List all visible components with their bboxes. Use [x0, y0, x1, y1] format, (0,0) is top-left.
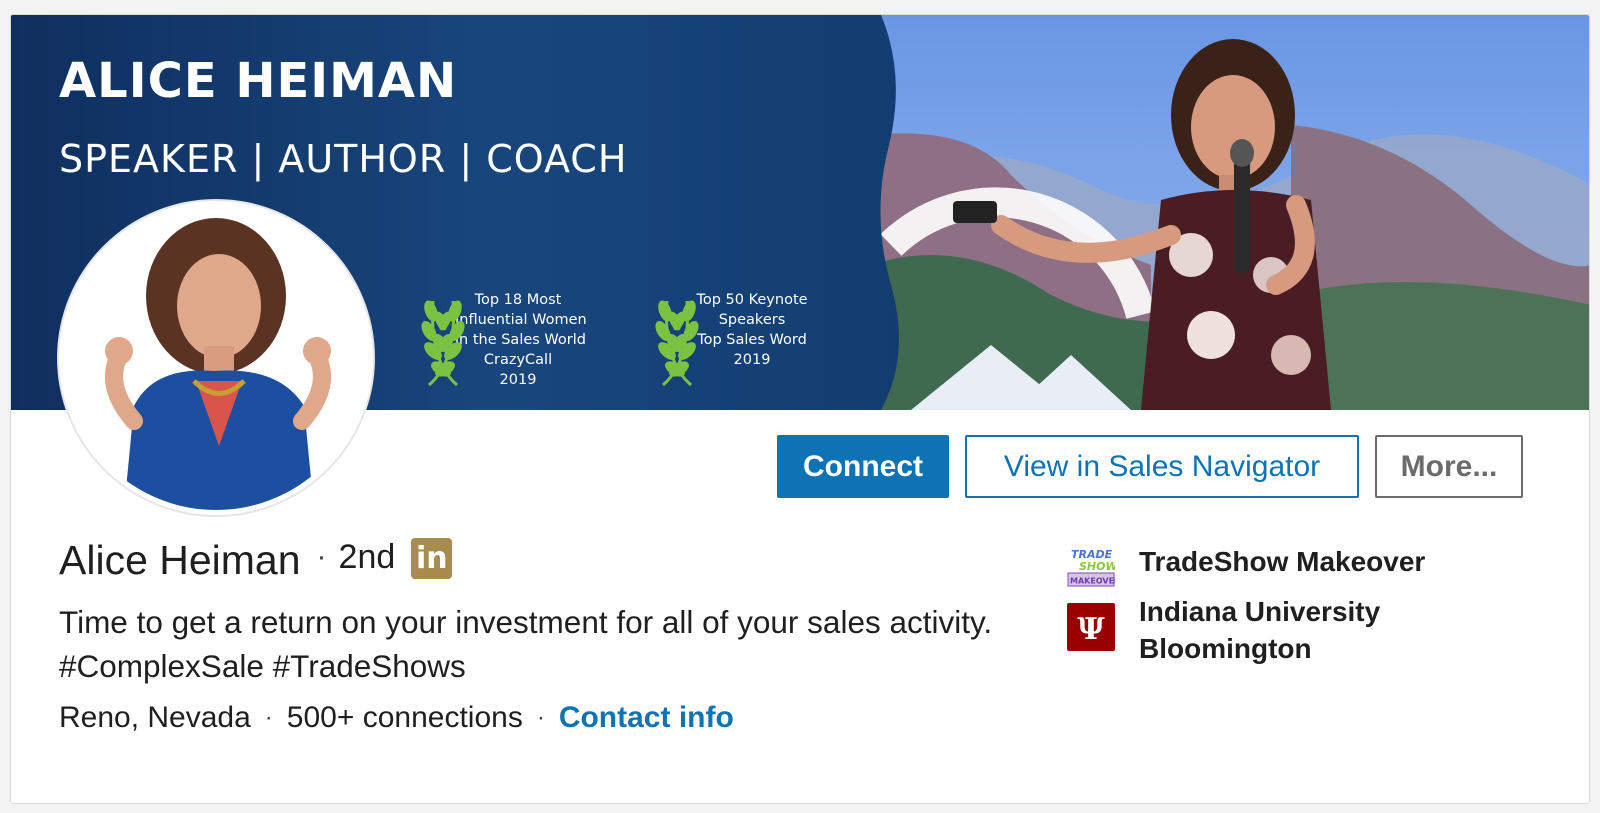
award-line: in the Sales World — [455, 332, 586, 348]
banner-subtitle: SPEAKER | AUTHOR | COACH — [59, 137, 628, 181]
current-company-link[interactable]: TRADE SHOW MAKEOVER TradeShow Makeover — [1067, 543, 1439, 591]
more-actions-button[interactable]: More... — [1375, 435, 1523, 498]
name-row: Alice Heiman · 2nd in — [59, 537, 453, 584]
award-line: Top 18 Most — [474, 292, 562, 308]
award-line: CrazyCall — [483, 352, 553, 368]
laurel-right-icon — [428, 300, 465, 387]
connection-degree: 2nd — [338, 538, 396, 576]
connections-count: 500+ connections — [286, 701, 523, 734]
laurel-right-icon — [662, 300, 699, 387]
profile-meta: Reno, Nevada · 500+ connections · Contac… — [59, 701, 734, 735]
connect-button[interactable]: Connect — [777, 435, 949, 498]
linkedin-premium-icon[interactable]: in — [411, 538, 453, 579]
award-line: Top Sales Word — [697, 332, 807, 348]
separator-dot: · — [536, 704, 545, 731]
avatar-photo — [64, 206, 368, 510]
profile-headline: Time to get a return on your investment … — [59, 604, 993, 684]
view-in-sales-navigator-button[interactable]: View in Sales Navigator — [965, 435, 1359, 498]
award-badge: Top 18 Most Influential Women in the Sal… — [421, 287, 613, 397]
award-line: 2019 — [733, 352, 771, 368]
logo-glyph: Ψ — [1077, 612, 1105, 647]
separator-dot: · — [316, 539, 327, 573]
contact-info-link[interactable]: Contact info — [559, 701, 734, 735]
profile-card: ALICE HEIMAN SPEAKER | AUTHOR | COACH To… — [10, 14, 1590, 804]
current-company-name: TradeShow Makeover — [1139, 546, 1426, 577]
logo-text-line: SHOW — [1079, 560, 1115, 573]
award-line: Speakers — [718, 312, 786, 328]
award-line: 2019 — [499, 372, 537, 388]
school-name: Indiana University Bloomington — [1139, 596, 1381, 664]
tradeshow-makeover-logo-icon: TRADE SHOW MAKEOVER — [1067, 543, 1115, 591]
logo-text-line: MAKEOVER — [1070, 577, 1115, 586]
education-link[interactable]: Ψ Indiana University Bloomington — [1067, 593, 1439, 667]
separator-dot: · — [264, 704, 273, 731]
indiana-university-logo-icon: Ψ — [1067, 603, 1115, 651]
profile-avatar[interactable] — [59, 201, 373, 515]
banner-title: ALICE HEIMAN — [59, 53, 458, 109]
award-badge: Top 50 Keynote Speakers Top Sales Word 2… — [655, 287, 847, 397]
award-line: Top 50 Keynote — [696, 292, 808, 308]
profile-location: Reno, Nevada — [59, 701, 251, 734]
profile-name: Alice Heiman — [59, 537, 301, 583]
award-line: Influential Women — [455, 312, 587, 328]
